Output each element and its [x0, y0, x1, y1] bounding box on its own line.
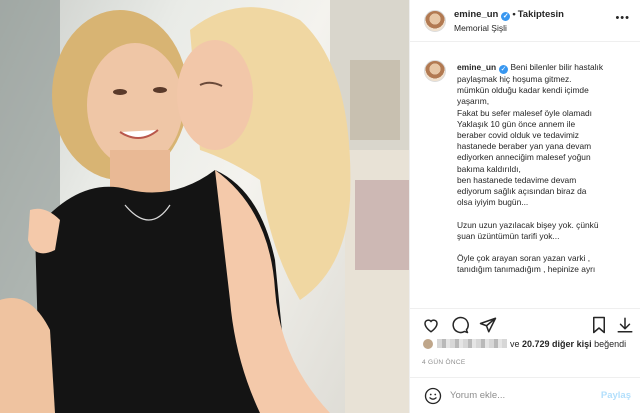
post-photo[interactable]	[0, 0, 409, 413]
caption-line: ediyorum sağlık açısından biraz da	[457, 186, 587, 197]
caption-line: şuan üzüntümün tarifi yok...	[457, 230, 560, 241]
photo-illustration	[0, 0, 409, 413]
likes-line: ve 20.729 diğer kişi beğendi	[422, 338, 626, 354]
download-icon[interactable]	[616, 316, 634, 334]
separator-dot: •	[512, 9, 516, 20]
post-side-panel: emine_un ✓ • Takiptesin Memorial Şişli ••• …	[409, 0, 640, 413]
caption-line: Beni bilenler bilir hastalık	[510, 62, 604, 72]
caption-line: ben hastanede tedavime devam	[457, 174, 577, 185]
following-button[interactable]: Takiptesin	[518, 9, 564, 20]
caption-line: Öyle çok arayan soran yazan varki ,	[457, 253, 591, 264]
caption-line: hastanede beraber yan yana devam	[457, 141, 592, 152]
bookmark-icon[interactable]	[590, 316, 608, 334]
liker-avatar[interactable]	[422, 338, 434, 350]
post-timestamp: 4 GÜN ÖNCE	[422, 359, 466, 366]
comment-icon[interactable]	[451, 316, 469, 334]
author-username[interactable]: emine_un	[454, 9, 498, 20]
post-header: emine_un ✓ • Takiptesin Memorial Şişli •••	[410, 0, 640, 42]
action-bar	[410, 308, 640, 338]
blurred-username	[437, 339, 507, 348]
caption-line: Uzun uzun yazılacak bişey yok. çünkü	[457, 219, 599, 230]
smiley-icon[interactable]	[424, 387, 442, 405]
caption-line: tanıdığım tanımadığım , hepinize ayrı	[457, 264, 596, 275]
caption-line: ediyorken anneciğim malesef yoğun	[457, 152, 591, 163]
post-location[interactable]: Memorial Şişli	[454, 23, 507, 33]
likes-prefix: ve	[510, 339, 520, 349]
likes-count[interactable]: 20.729 diğer kişi	[522, 339, 592, 349]
author-avatar[interactable]	[424, 10, 446, 32]
verified-badge-icon: ✓	[499, 65, 509, 74]
share-icon[interactable]	[479, 316, 497, 334]
caption-line: beraber covid olduk ve tedavimiz	[457, 130, 579, 141]
heart-icon[interactable]	[422, 316, 440, 334]
author-line: emine_un ✓ • Takiptesin	[454, 9, 564, 21]
caption-author-avatar[interactable]	[424, 60, 446, 82]
caption-body: Beni bilenler bilir hastalık paylaşmak h…	[457, 62, 603, 274]
caption-area: emine_un ✓ Beni bilenler bilir hastalık p…	[410, 52, 640, 304]
caption-line: paylaşmak hiç hoşuma gitmez.	[457, 74, 572, 84]
caption-line: bakıma kaldırıldı,	[457, 163, 521, 174]
post-comment-button[interactable]: Paylaş	[601, 390, 631, 401]
caption-line: mümkün olduğu kadar kendi içimde	[457, 85, 589, 96]
comment-bar: Yorum ekle... Paylaş	[410, 377, 640, 413]
caption-username[interactable]: emine_un	[457, 62, 496, 72]
caption-text: emine_un ✓ Beni bilenler bilir hastalık p…	[457, 62, 635, 276]
comment-input[interactable]: Yorum ekle...	[450, 390, 505, 401]
verified-badge-icon: ✓	[501, 12, 511, 21]
more-options-icon[interactable]: •••	[615, 12, 630, 24]
caption-line: olsa iyiyim bugün...	[457, 197, 529, 208]
caption-line: yaşarım,	[457, 96, 490, 107]
likes-suffix: beğendi	[594, 339, 627, 349]
caption-line: Fakat bu sefer malesef öyle olamadı	[457, 107, 592, 118]
caption-line: Yaklaşık 10 gün önce annem ile	[457, 118, 576, 129]
